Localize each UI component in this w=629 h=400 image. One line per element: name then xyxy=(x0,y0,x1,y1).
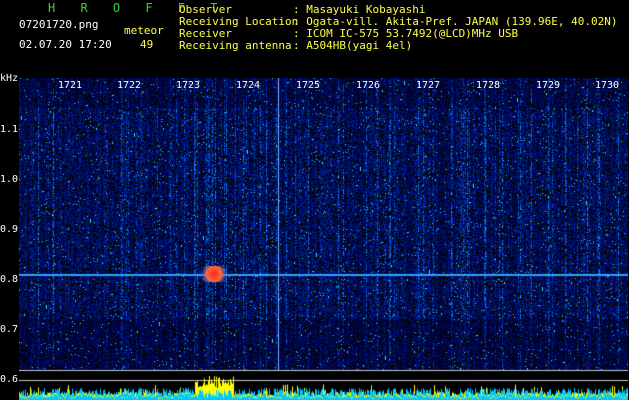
antenna-label: Receiving antenna xyxy=(179,39,292,52)
x-tick-1721: 1721 xyxy=(58,80,83,91)
y-tick-4: 0.8 xyxy=(0,274,19,285)
y-tick-6: 0.6 xyxy=(0,374,19,385)
x-tick-1729: 1729 xyxy=(536,80,561,91)
spectrogram xyxy=(19,78,628,400)
antenna-value: : A504HB(yagi 4el) xyxy=(293,39,413,52)
filename: 07201720.png xyxy=(19,18,99,31)
x-tick-1727: 1727 xyxy=(416,80,441,91)
x-tick-1725: 1725 xyxy=(296,80,321,91)
hrofft-screen: { "header": { "app_title": "H R O F F T"… xyxy=(0,0,629,400)
y-tick-1: 1.1 xyxy=(0,124,19,135)
x-tick-1724: 1724 xyxy=(236,80,261,91)
y-unit-label: kHz xyxy=(0,73,19,84)
meteor-count: 49 xyxy=(140,38,154,51)
x-tick-1728: 1728 xyxy=(476,80,501,91)
x-tick-1730: 1730 xyxy=(595,80,620,91)
x-tick-1723: 1723 xyxy=(176,80,201,91)
y-tick-2: 1.0 xyxy=(0,174,19,185)
datetime: 02.07.20 17:20 xyxy=(19,38,112,51)
y-tick-5: 0.7 xyxy=(0,324,19,335)
meteor-label: meteor xyxy=(124,24,164,37)
y-tick-3: 0.9 xyxy=(0,224,19,235)
x-tick-1722: 1722 xyxy=(117,80,142,91)
x-tick-1726: 1726 xyxy=(356,80,381,91)
